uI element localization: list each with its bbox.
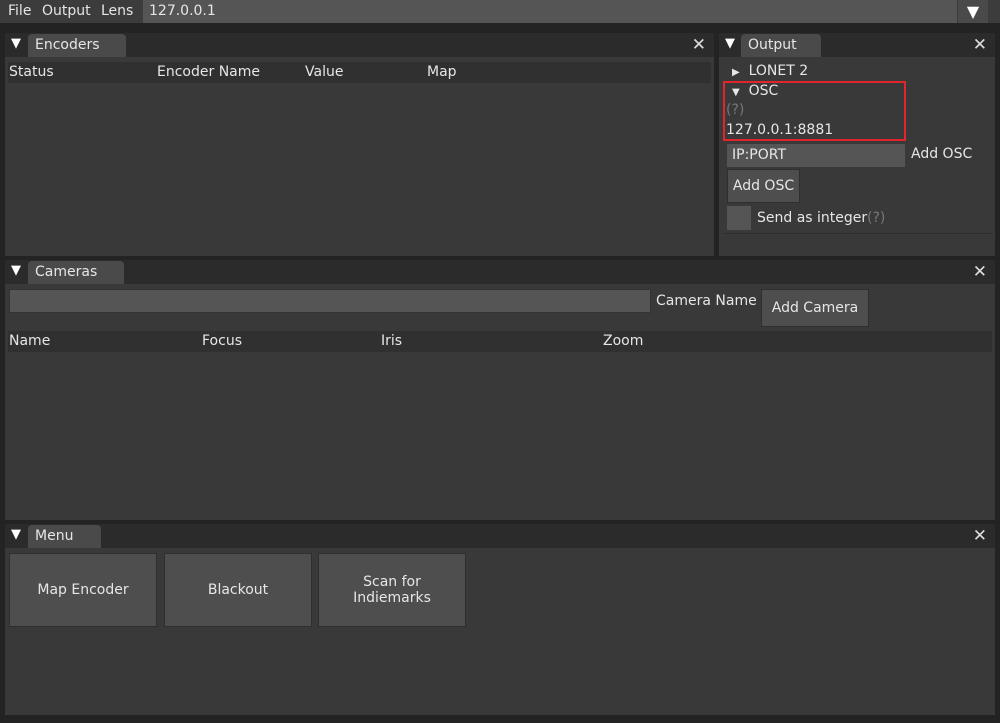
menu-output[interactable]: Output xyxy=(42,3,91,19)
ip-select[interactable]: 127.0.0.1 xyxy=(143,0,957,23)
tree-node-lonet[interactable]: ▶ LONET 2 xyxy=(732,63,808,79)
help-icon[interactable]: (?) xyxy=(867,210,885,226)
collapse-icon[interactable]: ▼ xyxy=(11,263,21,278)
map-encoder-button[interactable]: Map Encoder xyxy=(9,553,157,627)
menu-titlebar: ▼ Menu ✕ xyxy=(5,524,995,548)
menu-lens[interactable]: Lens xyxy=(101,3,133,19)
encoders-panel: ▼ Encoders ✕ Status Encoder Name Value M… xyxy=(5,33,714,256)
camera-name-label: Camera Name xyxy=(656,293,757,309)
add-osc-label: Add OSC xyxy=(911,146,973,162)
column-encoder-name[interactable]: Encoder Name xyxy=(157,64,260,80)
camera-name-input[interactable] xyxy=(9,289,651,313)
blackout-button[interactable]: Blackout xyxy=(164,553,312,627)
column-iris[interactable]: Iris xyxy=(381,333,402,349)
output-titlebar: ▼ Output ✕ xyxy=(719,33,995,57)
send-integer-label: Send as integer xyxy=(757,210,868,226)
expand-icon: ▶ xyxy=(732,67,740,78)
tree-node-osc[interactable]: ▼ OSC xyxy=(732,83,778,99)
menu-file[interactable]: File xyxy=(8,3,31,19)
osc-address: 127.0.0.1:8881 xyxy=(726,122,834,138)
tab-encoders[interactable]: Encoders xyxy=(28,34,126,57)
ip-port-input[interactable]: IP:PORT xyxy=(727,144,905,167)
cameras-panel: ▼ Cameras ✕ Camera Name Add Camera Name … xyxy=(5,260,995,520)
cameras-titlebar: ▼ Cameras ✕ xyxy=(5,260,995,284)
output-panel: ▼ Output ✕ ▶ LONET 2 ▼ OSC (?) 127.0.0.1… xyxy=(719,33,995,256)
menu-bar: File Output Lens 127.0.0.1 ▼ xyxy=(0,0,1000,23)
column-focus[interactable]: Focus xyxy=(202,333,242,349)
close-icon[interactable]: ✕ xyxy=(692,35,706,55)
collapse-icon[interactable]: ▼ xyxy=(725,36,735,51)
add-camera-button[interactable]: Add Camera xyxy=(761,289,869,327)
column-value[interactable]: Value xyxy=(305,64,343,80)
tab-cameras[interactable]: Cameras xyxy=(28,261,124,284)
collapse-icon[interactable]: ▼ xyxy=(11,36,21,51)
column-status[interactable]: Status xyxy=(9,64,54,80)
menu-panel: ▼ Menu ✕ Map Encoder Blackout Scan for I… xyxy=(5,524,995,715)
column-map[interactable]: Map xyxy=(427,64,457,80)
tab-output[interactable]: Output xyxy=(741,34,821,57)
chevron-down-icon[interactable]: ▼ xyxy=(958,0,988,23)
close-icon[interactable]: ✕ xyxy=(973,35,987,55)
tab-menu[interactable]: Menu xyxy=(28,525,101,548)
column-zoom[interactable]: Zoom xyxy=(603,333,643,349)
lonet-label: LONET 2 xyxy=(748,63,809,79)
help-icon[interactable]: (?) xyxy=(726,102,744,118)
divider xyxy=(723,233,993,234)
scan-indiemarks-button[interactable]: Scan for Indiemarks xyxy=(318,553,466,627)
close-icon[interactable]: ✕ xyxy=(973,526,987,546)
encoders-titlebar: ▼ Encoders ✕ xyxy=(5,33,714,57)
collapse-icon: ▼ xyxy=(732,87,740,98)
osc-label: OSC xyxy=(748,83,779,99)
column-name[interactable]: Name xyxy=(9,333,50,349)
add-osc-button[interactable]: Add OSC xyxy=(727,169,800,203)
close-icon[interactable]: ✕ xyxy=(973,262,987,282)
collapse-icon[interactable]: ▼ xyxy=(11,527,21,542)
encoders-table-header: Status Encoder Name Value Map xyxy=(8,62,711,83)
send-integer-checkbox[interactable] xyxy=(727,206,751,230)
cameras-table-header: Name Focus Iris Zoom xyxy=(8,331,992,352)
